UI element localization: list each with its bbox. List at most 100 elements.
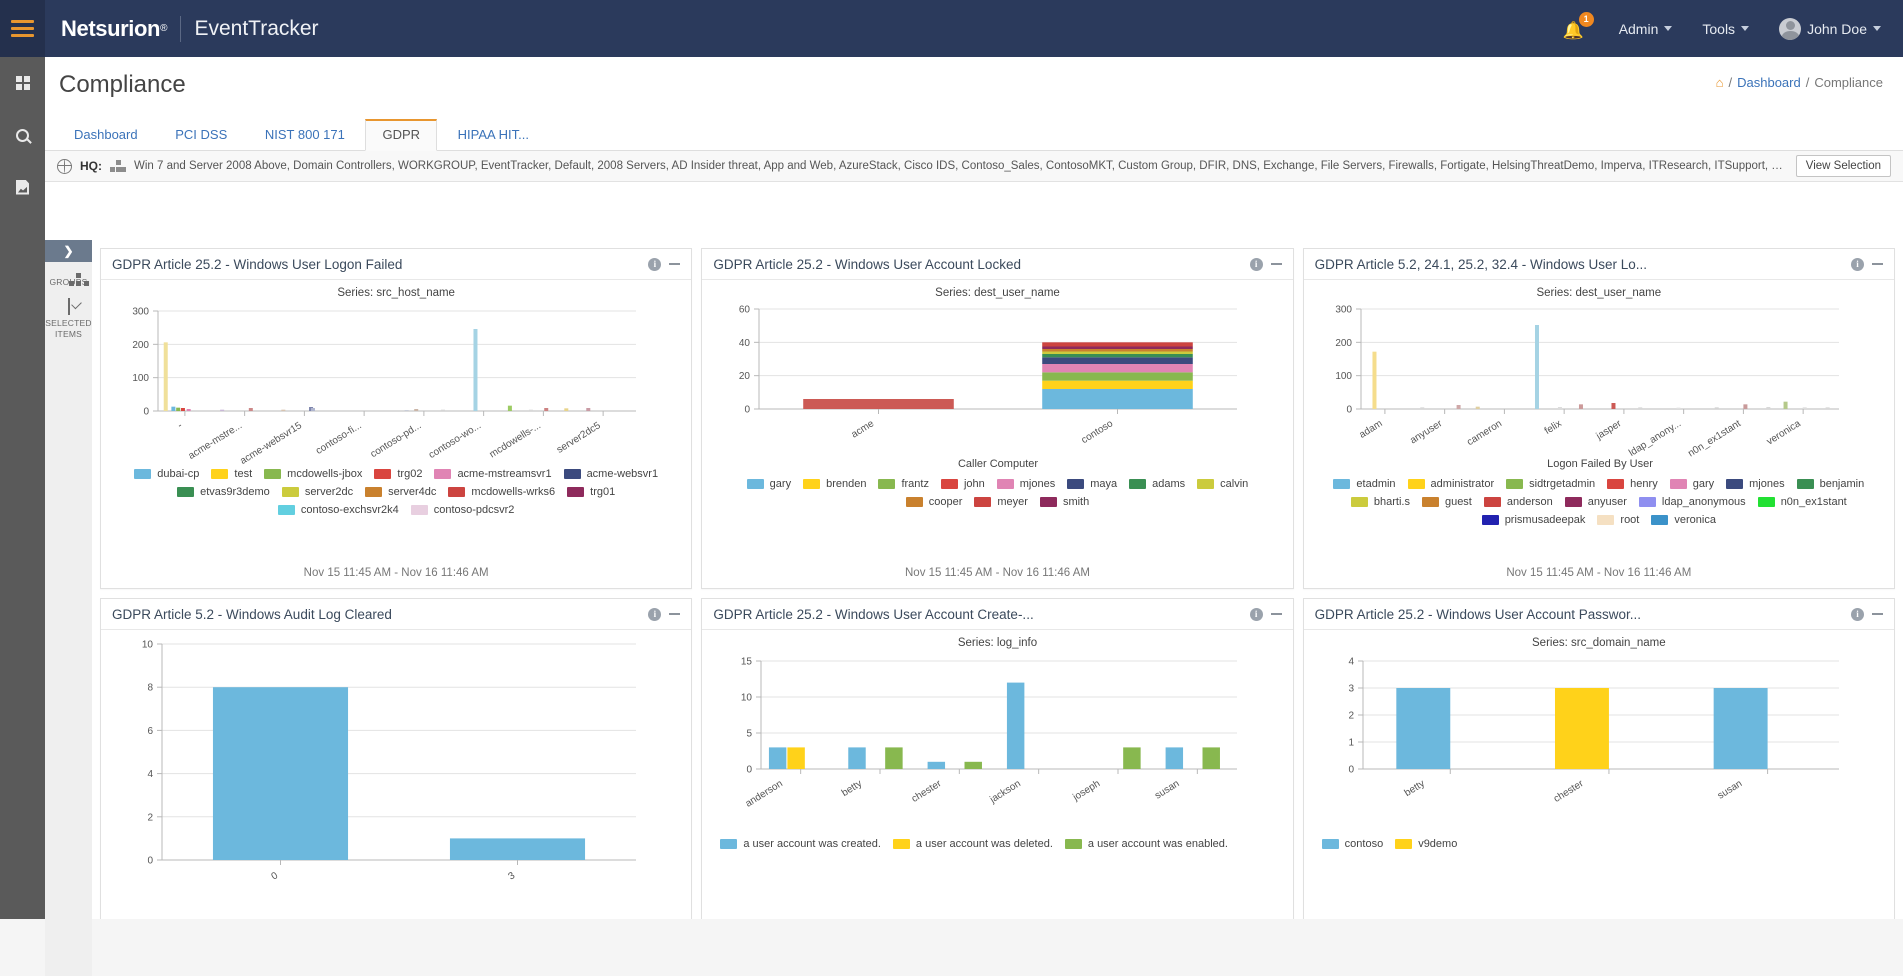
bar[interactable]	[1396, 688, 1451, 769]
bar[interactable]	[848, 747, 867, 769]
bar[interactable]	[1372, 351, 1377, 409]
legend-item[interactable]: trg01	[567, 486, 615, 498]
user-menu[interactable]: John Doe	[1779, 17, 1881, 40]
legend-item[interactable]: anyuser	[1564, 496, 1627, 508]
bar[interactable]	[787, 747, 806, 769]
bar[interactable]	[1676, 407, 1681, 409]
legend-item[interactable]: server2dc	[281, 486, 353, 498]
rail-item-dashboard[interactable]	[0, 57, 45, 109]
bar[interactable]	[213, 687, 349, 860]
bar-segment[interactable]	[1042, 357, 1194, 364]
legend-item[interactable]: n0n_ex1stant	[1757, 496, 1847, 508]
tab-gdpr[interactable]: GDPR	[365, 119, 438, 151]
bar[interactable]	[163, 342, 168, 411]
bar[interactable]	[1420, 407, 1425, 409]
legend-item[interactable]: brenden	[803, 478, 866, 490]
legend-item[interactable]: administrator	[1407, 478, 1494, 490]
info-icon[interactable]: i	[1850, 257, 1864, 271]
tab-nist-800-171[interactable]: NIST 800 171	[248, 119, 362, 151]
chart-canvas-account-created[interactable]: 0 5 10 15 anderson betty chester jackson joseph s…	[717, 649, 1277, 834]
legend-item[interactable]: contoso-exchsvr2k4	[277, 504, 399, 516]
legend-item[interactable]: cooper	[905, 496, 962, 508]
bar[interactable]	[1202, 747, 1221, 769]
minimize-icon[interactable]	[1871, 613, 1883, 615]
legend-item[interactable]: smith	[1039, 496, 1089, 508]
bar[interactable]	[928, 761, 946, 769]
bar[interactable]	[564, 408, 569, 411]
legend-item[interactable]: gary	[746, 478, 791, 490]
bar[interactable]	[311, 408, 316, 411]
bar[interactable]	[248, 408, 253, 411]
legend-item[interactable]: john	[940, 478, 985, 490]
info-icon[interactable]: i	[648, 257, 662, 271]
bar-segment[interactable]	[1042, 380, 1194, 389]
bar[interactable]	[1766, 407, 1771, 409]
legend-item[interactable]: ldap_anonymous	[1638, 496, 1746, 508]
expand-rail-button[interactable]: ❯	[45, 240, 92, 262]
info-icon[interactable]: i	[648, 607, 662, 621]
legend-item[interactable]: maya	[1067, 478, 1117, 490]
chart-canvas-audit-log-cleared[interactable]: 0 2 4 6 8 10 0 3	[116, 630, 676, 910]
legend-item[interactable]: bharti.s	[1350, 496, 1410, 508]
legend-item[interactable]: a user account was enabled.	[1064, 838, 1228, 850]
bar[interactable]	[1611, 403, 1616, 409]
bar[interactable]	[1743, 404, 1748, 409]
legend-item[interactable]: frantz	[878, 478, 929, 490]
legend-item[interactable]: mjones	[996, 478, 1055, 490]
legend-item[interactable]: contoso	[1321, 838, 1383, 850]
legend-item[interactable]: acme-mstreamsvr1	[434, 468, 552, 480]
info-icon[interactable]: i	[1249, 607, 1263, 621]
legend-item[interactable]: etvas9r3demo	[177, 486, 270, 498]
bar-segment[interactable]	[1042, 389, 1194, 409]
bar[interactable]	[366, 410, 371, 411]
rail-item-selected-items[interactable]: SELECTED ITEMS	[45, 288, 92, 340]
legend-item[interactable]: acme-websvr1	[563, 468, 658, 480]
legend-item[interactable]: adams	[1129, 478, 1185, 490]
legend-item[interactable]: mcdowells-wrks6	[448, 486, 555, 498]
chart-canvas-logon-failed[interactable]: 0 100 200 300 - acme-mstre...acme-websvr15 con…	[116, 299, 676, 464]
legend-item[interactable]: trg02	[374, 468, 422, 480]
bar[interactable]	[885, 747, 904, 769]
legend-item[interactable]: veronica	[1651, 514, 1716, 526]
menu-hamburger-icon[interactable]	[0, 0, 45, 57]
legend-item[interactable]: prismusadeepak	[1481, 514, 1585, 526]
bar[interactable]	[1166, 747, 1184, 769]
info-icon[interactable]: i	[1850, 607, 1864, 621]
bar[interactable]	[186, 409, 191, 411]
bar[interactable]	[1534, 325, 1539, 409]
chart-canvas-account-password[interactable]: 0 1 2 3 4 betty chester susan	[1319, 649, 1879, 834]
rail-item-search[interactable]	[0, 109, 45, 161]
minimize-icon[interactable]	[669, 613, 681, 615]
bar[interactable]	[450, 838, 586, 860]
legend-item[interactable]: contoso-pdcsvr2	[410, 504, 514, 516]
legend-item[interactable]: test	[211, 468, 252, 480]
legend-item[interactable]: henry	[1607, 478, 1658, 490]
legend-item[interactable]: meyer	[974, 496, 1028, 508]
legend-item[interactable]: anderson	[1483, 496, 1553, 508]
legend-item[interactable]: calvin	[1197, 478, 1248, 490]
bar[interactable]	[1557, 407, 1562, 409]
bar[interactable]	[1714, 407, 1719, 409]
tab-dashboard[interactable]: Dashboard	[57, 119, 155, 151]
tab-pci-dss[interactable]: PCI DSS	[158, 119, 244, 151]
legend-item[interactable]: server4dc	[365, 486, 436, 498]
bar[interactable]	[1783, 401, 1788, 409]
legend-item[interactable]: v9demo	[1395, 838, 1457, 850]
bar-segment[interactable]	[803, 399, 955, 409]
breadcrumb-link-dashboard[interactable]: Dashboard	[1737, 75, 1801, 90]
bar-segment[interactable]	[1042, 354, 1194, 358]
bar[interactable]	[964, 761, 983, 769]
bar[interactable]	[473, 329, 478, 411]
bar[interactable]	[1578, 404, 1583, 409]
legend-item[interactable]: etadmin	[1333, 478, 1396, 490]
bar[interactable]	[529, 409, 534, 411]
legend-item[interactable]: sidtrgetadmin	[1506, 478, 1595, 490]
rail-item-reports[interactable]	[0, 161, 45, 213]
view-selection-button[interactable]: View Selection	[1795, 155, 1891, 177]
bar[interactable]	[441, 409, 446, 411]
bar-segment[interactable]	[1042, 349, 1194, 352]
bar[interactable]	[508, 405, 513, 411]
minimize-icon[interactable]	[1270, 613, 1282, 615]
chart-canvas-account-locked[interactable]: 0 20 40 60 acme contoso Caller Computer	[717, 299, 1277, 474]
bar[interactable]	[1825, 407, 1830, 409]
